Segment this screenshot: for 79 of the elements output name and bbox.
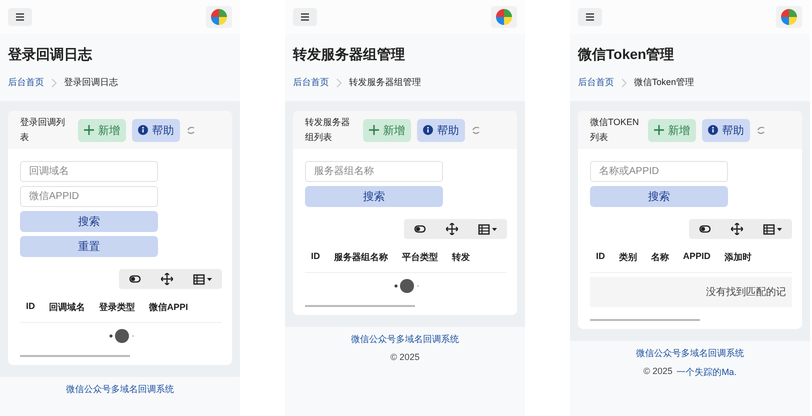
toggle-icon[interactable] [414,224,426,234]
move-icon[interactable] [446,223,458,235]
refresh-icon[interactable] [471,124,481,136]
footer-link[interactable]: 一个失踪的Ma. [676,366,737,379]
breadcrumb-current: 登录回调日志 [64,76,118,89]
menu-button[interactable] [8,8,32,26]
columns-icon[interactable] [193,274,212,284]
logo-icon[interactable] [491,6,517,28]
breadcrumb-link[interactable]: 后台首页 [578,76,614,89]
info-icon [708,125,718,135]
column-header: ID [311,251,320,263]
plus-icon [369,125,379,135]
add-button[interactable]: 新增 [78,118,126,142]
list-title: 转发服务器组列表 [305,116,351,144]
page-title: 登录回调日志 [8,46,94,64]
toggle-icon[interactable] [129,274,141,284]
scrollbar[interactable] [305,305,415,307]
page-title: 微信Token管理 [578,46,676,64]
column-header: 转发 [452,251,470,264]
chevron-icon [50,78,58,88]
refresh-icon[interactable] [756,124,766,136]
column-header: 回调域名 [49,301,85,314]
info-icon [138,125,148,135]
toggle-icon[interactable] [699,224,711,234]
footer-link[interactable]: 微信公众号多域名回调系统 [351,333,459,346]
scrollbar[interactable] [20,355,130,357]
add-button[interactable]: 新增 [648,118,696,142]
column-header: 登录类型 [99,301,135,314]
column-header: 名称 [651,251,669,264]
search-button[interactable]: 搜索 [305,186,443,207]
help-button[interactable]: 帮助 [417,118,465,142]
footer-link[interactable]: 微信公众号多域名回调系统 [636,347,744,360]
copyright-text: © 2025 [390,352,420,362]
page-title: 转发服务器组管理 [293,46,406,64]
column-header: ID [26,301,35,313]
column-header: 类别 [619,251,637,264]
menu-button[interactable] [293,8,317,26]
columns-icon[interactable] [478,224,497,234]
logo-icon[interactable] [776,6,802,28]
breadcrumb-current: 微信Token管理 [634,76,694,89]
breadcrumb-current: 转发服务器组管理 [349,76,421,89]
plus-icon [84,125,94,135]
column-header: 添加时 [724,251,752,264]
logo-icon[interactable] [206,6,232,28]
list-title: 登录回调列表 [20,116,66,144]
search-field[interactable]: 回调域名 [20,161,158,182]
column-header: APPID [683,251,711,263]
column-header: 微信APPI [149,301,188,314]
search-field[interactable]: 服务器组名称 [305,161,443,182]
breadcrumb-link[interactable]: 后台首页 [293,76,329,89]
help-button[interactable]: 帮助 [132,118,180,142]
menu-icon [13,11,27,23]
column-header: ID [596,251,605,263]
chevron-icon [620,78,628,88]
column-header: 服务器组名称 [334,251,388,264]
search-field[interactable]: 名称或APPID [590,161,728,182]
move-icon[interactable] [161,273,173,285]
add-button[interactable]: 新增 [363,118,411,142]
menu-icon [583,11,597,23]
move-icon[interactable] [731,223,743,235]
footer-link[interactable]: 微信公众号多域名回调系统 [66,383,174,396]
chevron-icon [335,78,343,88]
menu-button[interactable] [578,8,602,26]
scrollbar[interactable] [590,319,700,321]
menu-icon [298,11,312,23]
search-button[interactable]: 搜索 [20,211,158,232]
search-field[interactable]: 微信APPID [20,186,158,207]
refresh-icon[interactable] [186,124,196,136]
breadcrumb-link[interactable]: 后台首页 [8,76,44,89]
help-button[interactable]: 帮助 [702,118,750,142]
empty-message: 没有找到匹配的记 [590,277,792,307]
search-button[interactable]: 重置 [20,236,158,257]
list-title: 微信TOKEN列表 [590,116,640,144]
info-icon [423,125,433,135]
search-button[interactable]: 搜索 [590,186,728,207]
plus-icon [654,125,664,135]
columns-icon[interactable] [763,224,782,234]
copyright-text: © 2025 [643,366,673,378]
column-header: 平台类型 [402,251,438,264]
